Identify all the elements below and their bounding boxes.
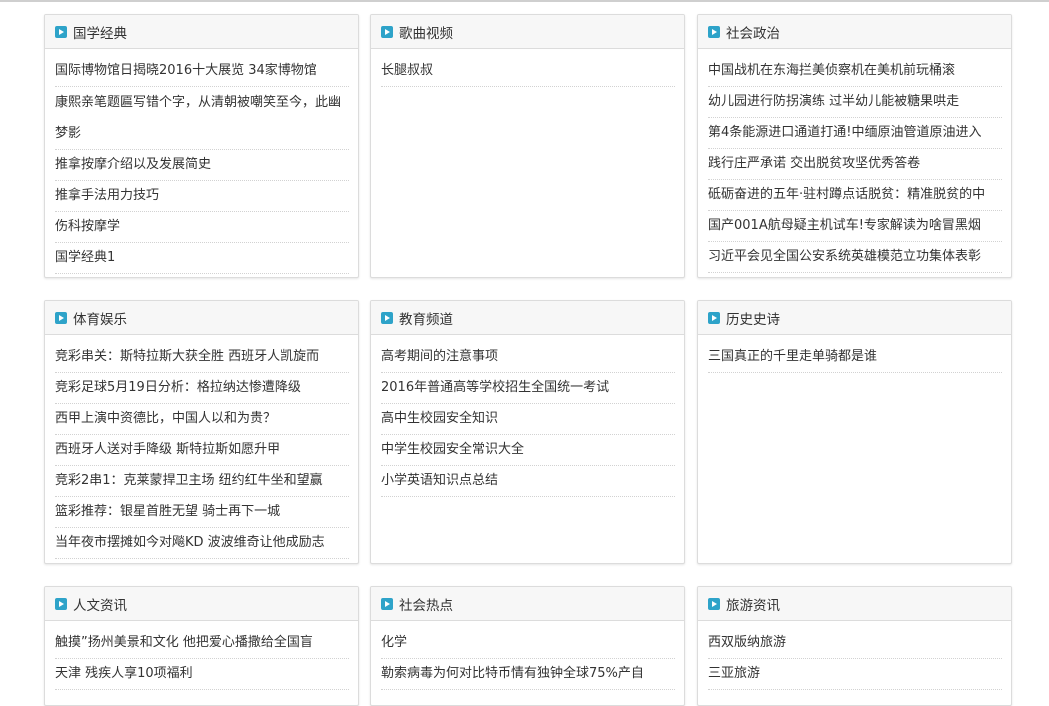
panel-title[interactable]: 体育娱乐 [73,308,127,328]
article-link[interactable]: 国际博物馆日揭晓2016十大展览 34家博物馆 [55,56,349,87]
article-list: 中国战机在东海拦美侦察机在美机前玩桶滚 幼儿园进行防拐演练 过半幼儿能被糖果哄走第… [698,49,1011,273]
article-link[interactable]: 西甲上演中资德比，中国人以和为贵？ [55,404,349,435]
panel-header: 歌曲视频 [371,15,684,49]
article-link[interactable]: 小学英语知识点总结 [381,466,675,497]
article-list: 竞彩串关：斯特拉斯大获全胜 西班牙人凯旋而 竞彩足球5月19日分析：格拉纳达惨遭降… [45,335,358,559]
article-link[interactable]: 幼儿园进行防拐演练 过半幼儿能被糖果哄走 [708,87,1002,118]
article-link[interactable]: 康熙亲笔题匾写错个字，从清朝被嘲笑至今，此幽梦影 [55,87,349,150]
article-link[interactable]: 高考期间的注意事项 [381,342,675,373]
panel-tiyu: 体育娱乐竞彩串关：斯特拉斯大获全胜 西班牙人凯旋而 竞彩足球5月19日分析：格拉纳… [44,300,359,564]
article-link[interactable]: 推拿按摩介绍以及发展简史 [55,150,349,181]
article-link[interactable]: 中学生校园安全常识大全 [381,435,675,466]
panel-title[interactable]: 历史史诗 [726,308,780,328]
article-link[interactable]: 天津 残疾人享10项福利 [55,659,349,690]
panel-title[interactable]: 旅游资讯 [726,594,780,614]
panel-title[interactable]: 歌曲视频 [399,22,453,42]
article-link[interactable]: 三国真正的千里走单骑都是谁 [708,342,1002,373]
article-link[interactable]: 竞彩2串1：克莱蒙捍卫主场 纽约红牛坐和望赢 [55,466,349,497]
panel-title[interactable]: 社会热点 [399,594,453,614]
article-link[interactable]: 2016年普通高等学校招生全国统一考试 [381,373,675,404]
panel-header: 国学经典 [45,15,358,49]
panel-title[interactable]: 教育频道 [399,308,453,328]
article-link[interactable]: 推拿手法用力技巧 [55,181,349,212]
panel-title[interactable]: 社会政治 [726,22,780,42]
panel-jiaoyu: 教育频道高考期间的注意事项 2016年普通高等学校招生全国统一考试 高中生校园安全知… [370,300,685,564]
article-link[interactable]: 竞彩足球5月19日分析：格拉纳达惨遭降级 [55,373,349,404]
panel-shehui-redian: 社会热点化学 勒索病毒为何对比特币情有独钟全球75%产自 [370,586,685,706]
article-link[interactable]: 竞彩串关：斯特拉斯大获全胜 西班牙人凯旋而 [55,342,349,373]
panel-header: 教育频道 [371,301,684,335]
panel-renwen: 人文资讯触摸”扬州美景和文化 他把爱心播撒给全国盲 天津 残疾人享10项福利 [44,586,359,706]
panel-header: 旅游资讯 [698,587,1011,621]
panel-header: 社会政治 [698,15,1011,49]
article-link[interactable]: 践行庄严承诺 交出脱贫攻坚优秀答卷 [708,149,1002,180]
article-list: 化学 勒索病毒为何对比特币情有独钟全球75%产自 [371,621,684,690]
top-divider [0,0,1049,2]
article-link[interactable]: 西班牙人送对手降级 斯特拉斯如愿升甲 [55,435,349,466]
article-list: 三国真正的千里走单骑都是谁 [698,335,1011,373]
article-link[interactable]: 国学经典1 [55,243,349,274]
panel-header: 历史史诗 [698,301,1011,335]
play-icon [55,25,67,38]
article-list: 触摸”扬州美景和文化 他把爱心播撒给全国盲 天津 残疾人享10项福利 [45,621,358,690]
article-link[interactable]: 篮彩推荐：银星首胜无望 骑士再下一城 [55,497,349,528]
panel-lishi: 历史史诗三国真正的千里走单骑都是谁 [697,300,1012,564]
panel-header: 人文资讯 [45,587,358,621]
play-icon [55,597,67,610]
article-list: 高考期间的注意事项 2016年普通高等学校招生全国统一考试 高中生校园安全知识 中学生… [371,335,684,497]
play-icon [708,597,720,610]
article-link[interactable]: 第4条能源进口通道打通!中缅原油管道原油进入 [708,118,1002,149]
article-link[interactable]: 国产001A航母疑主机试车!专家解读为啥冒黑烟 [708,211,1002,242]
article-link[interactable]: 三亚旅游 [708,659,1002,690]
play-icon [381,311,393,324]
article-link[interactable]: 当年夜市摆摊如今对飚KD 波波维奇让他成励志 [55,528,349,559]
panel-header: 体育娱乐 [45,301,358,335]
article-link[interactable]: 习近平会见全国公安系统英雄模范立功集体表彰 [708,242,1002,273]
article-link[interactable]: 高中生校园安全知识 [381,404,675,435]
article-link[interactable]: 勒索病毒为何对比特币情有独钟全球75%产自 [381,659,675,690]
article-link[interactable]: 触摸”扬州美景和文化 他把爱心播撒给全国盲 [55,628,349,659]
article-link[interactable]: 伤科按摩学 [55,212,349,243]
article-list: 长腿叔叔 [371,49,684,87]
article-link[interactable]: 长腿叔叔 [381,56,675,87]
article-link[interactable]: 砥砺奋进的五年·驻村蹲点话脱贫：精准脱贫的中 [708,180,1002,211]
play-icon [708,25,720,38]
article-link[interactable]: 西双版纳旅游 [708,628,1002,659]
article-list: 西双版纳旅游 三亚旅游 [698,621,1011,690]
play-icon [381,597,393,610]
article-link[interactable]: 化学 [381,628,675,659]
article-list: 国际博物馆日揭晓2016十大展览 34家博物馆 康熙亲笔题匾写错个字，从清朝被嘲笑… [45,49,358,274]
panel-header: 社会热点 [371,587,684,621]
play-icon [381,25,393,38]
panel-guoxue: 国学经典国际博物馆日揭晓2016十大展览 34家博物馆 康熙亲笔题匾写错个字，从清… [44,14,359,278]
panel-title[interactable]: 人文资讯 [73,594,127,614]
panel-title[interactable]: 国学经典 [73,22,127,42]
play-icon [55,311,67,324]
panel-shehui-zhengzhi: 社会政治中国战机在东海拦美侦察机在美机前玩桶滚 幼儿园进行防拐演练 过半幼儿能被糖… [697,14,1012,278]
article-link[interactable]: 中国战机在东海拦美侦察机在美机前玩桶滚 [708,56,1002,87]
panel-gequ: 歌曲视频长腿叔叔 [370,14,685,278]
panel-lvyou: 旅游资讯西双版纳旅游 三亚旅游 [697,586,1012,706]
play-icon [708,311,720,324]
